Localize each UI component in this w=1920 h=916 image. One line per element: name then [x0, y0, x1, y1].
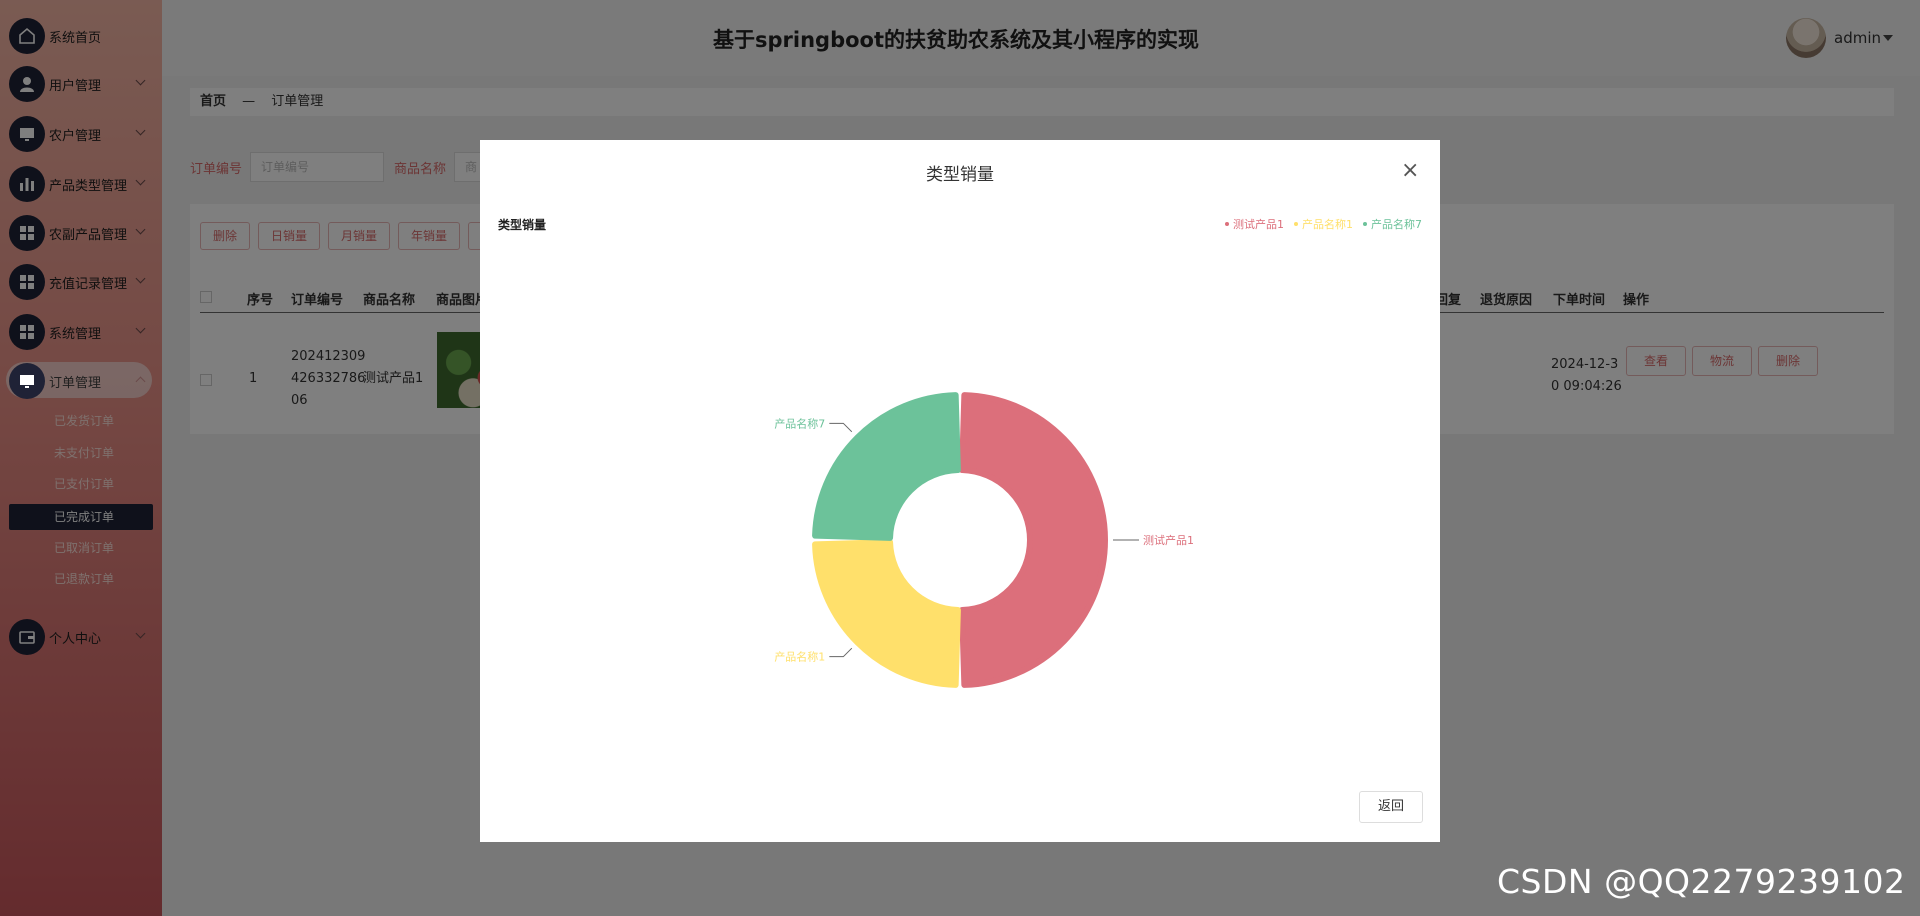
legend-item[interactable]: 产品名称1 [1294, 216, 1353, 232]
slice-label: 产品名称7 [774, 416, 825, 430]
slice-label: 测试产品1 [1143, 533, 1194, 547]
legend-item[interactable]: 测试产品1 [1225, 216, 1284, 232]
donut-slice[interactable] [812, 539, 961, 688]
slice-label: 产品名称1 [774, 650, 825, 664]
type-sales-modal: 类型销量 × 类型销量 测试产品1 产品名称1 产品名称7 测试产品1 产品名称1… [480, 140, 1440, 842]
donut-slice[interactable] [812, 392, 961, 541]
close-icon[interactable]: × [1401, 158, 1419, 183]
legend-dot [1225, 222, 1229, 226]
modal-title: 类型销量 [926, 165, 994, 185]
legend-label: 产品名称1 [1302, 218, 1353, 231]
legend-label: 测试产品1 [1233, 218, 1284, 231]
label-leader-line [829, 422, 853, 433]
donut-slice[interactable] [959, 392, 1108, 688]
back-button[interactable]: 返回 [1359, 791, 1423, 823]
chart-legend: 测试产品1 产品名称1 产品名称7 [1215, 216, 1422, 232]
chart-title: 类型销量 [498, 218, 547, 232]
label-leader-line [829, 647, 853, 658]
legend-item[interactable]: 产品名称7 [1363, 216, 1422, 232]
donut-chart: 测试产品1 产品名称1 产品名称7 [774, 392, 1194, 688]
monitor-icon [9, 363, 45, 399]
legend-dot [1294, 222, 1298, 226]
legend-label: 产品名称7 [1371, 218, 1422, 231]
watermark: CSDN @QQ2279239102 [1497, 862, 1906, 901]
sidebar-item-label: 订单管理 [49, 375, 102, 391]
legend-dot [1363, 222, 1367, 226]
